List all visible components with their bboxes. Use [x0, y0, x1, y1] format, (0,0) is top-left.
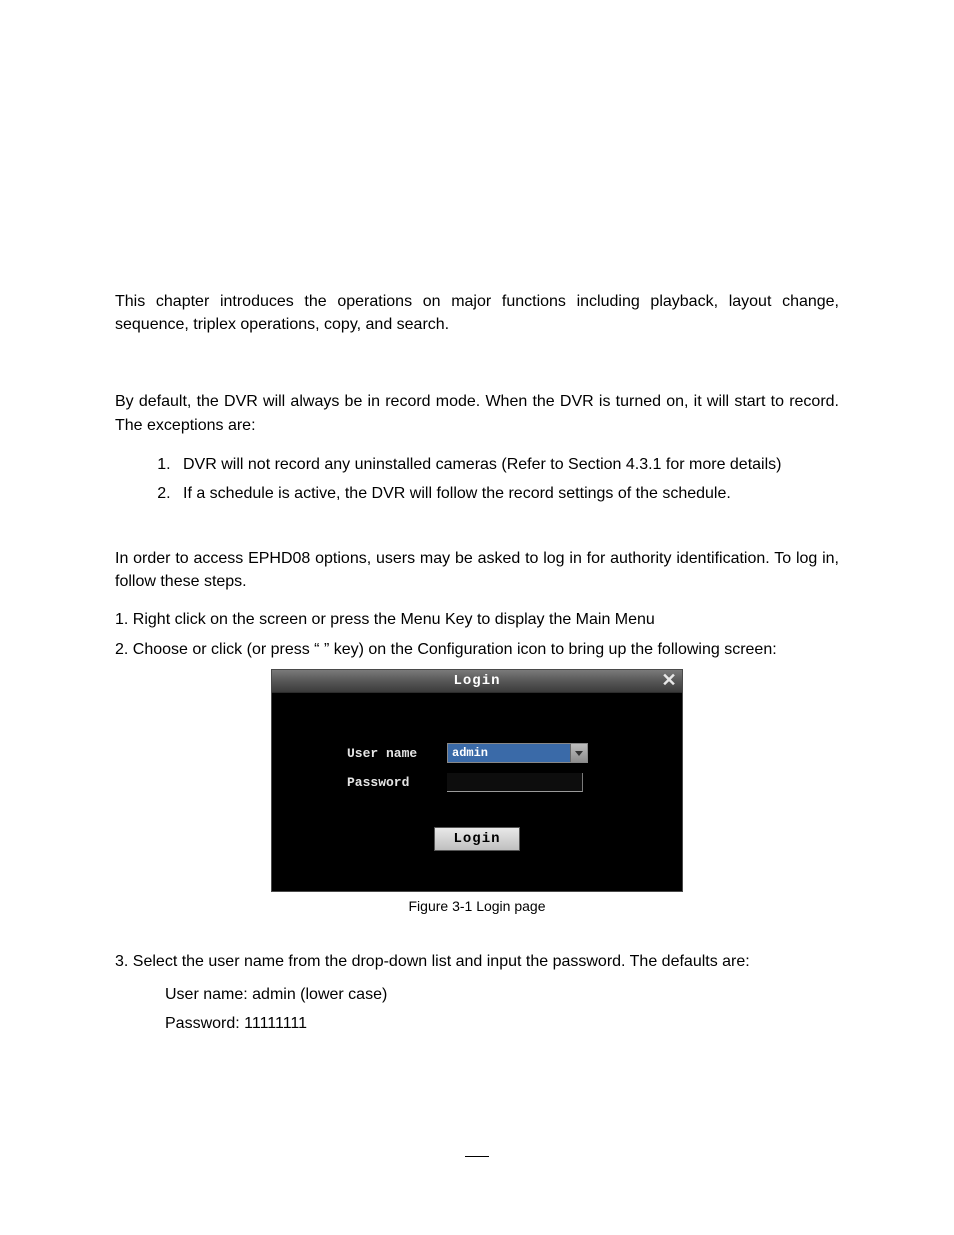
figure-wrapper: Login ✕ User name admin Password Login: [115, 669, 839, 914]
spacer: [115, 350, 839, 390]
password-input[interactable]: [447, 773, 583, 792]
step-3: 3. Select the user name from the drop-do…: [115, 950, 839, 975]
default-password: Password: 11111111: [165, 1010, 839, 1039]
username-row: User name admin: [302, 743, 652, 763]
username-select[interactable]: admin: [447, 743, 588, 763]
default-username: User name: admin (lower case): [165, 981, 839, 1010]
login-titlebar: Login ✕: [272, 670, 682, 693]
username-value: admin: [452, 746, 488, 760]
figure-caption: Figure 3-1 Login page: [115, 898, 839, 914]
footer-divider: [465, 1156, 489, 1157]
login-button-row: Login: [302, 827, 652, 851]
defaults-block: User name: admin (lower case) Password: …: [115, 981, 839, 1039]
intro-paragraph: This chapter introduces the operations o…: [115, 290, 839, 336]
step-1: 1. Right click on the screen or press th…: [115, 608, 839, 633]
login-button[interactable]: Login: [434, 827, 519, 851]
username-label: User name: [302, 746, 447, 761]
exception-item: DVR will not record any uninstalled came…: [175, 451, 839, 478]
login-intro-paragraph: In order to access EPHD08 options, users…: [115, 547, 839, 593]
document-page: This chapter introduces the operations o…: [0, 0, 954, 1038]
chevron-down-icon[interactable]: [570, 744, 587, 762]
password-label: Password: [302, 775, 447, 790]
close-icon[interactable]: ✕: [658, 670, 680, 692]
record-intro-paragraph: By default, the DVR will always be in re…: [115, 390, 839, 436]
step-2: 2. Choose or click (or press “ ” key) on…: [115, 638, 839, 663]
spacer: [115, 920, 839, 944]
login-body: User name admin Password Login: [272, 693, 682, 891]
password-row: Password: [302, 773, 652, 792]
login-window: Login ✕ User name admin Password Login: [271, 669, 683, 892]
exceptions-list: DVR will not record any uninstalled came…: [115, 451, 839, 507]
login-window-title: Login: [453, 673, 500, 689]
exception-item: If a schedule is active, the DVR will fo…: [175, 480, 839, 507]
spacer: [115, 515, 839, 547]
